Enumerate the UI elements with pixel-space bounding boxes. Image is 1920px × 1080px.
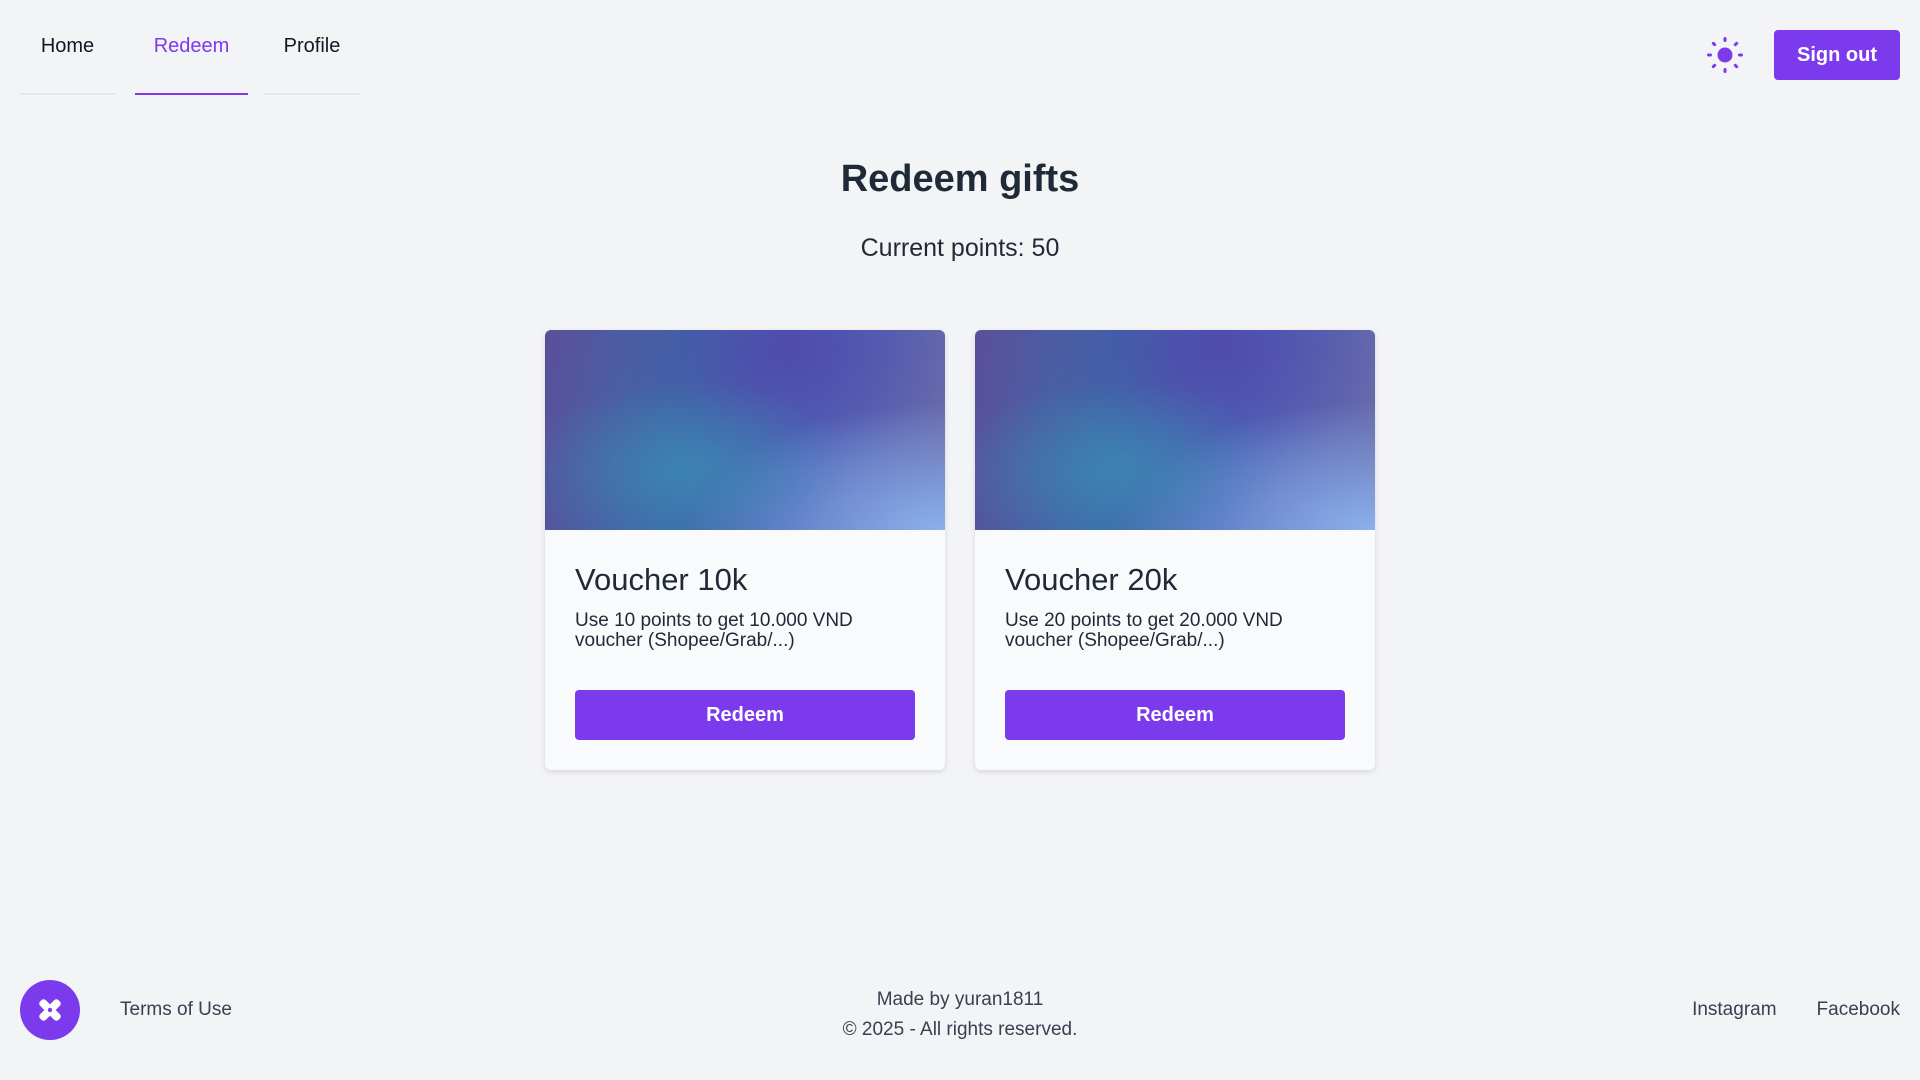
points-value: 50 [1031,234,1060,262]
tab-redeem[interactable]: Redeem [135,0,248,95]
tab-profile-label: Profile [283,35,341,57]
redeem-page: Home Redeem Profile Sign out Redeem gift… [0,0,1920,1080]
copyright-text: © 2025 - All rights reserved. [842,1019,1078,1040]
theme-toggle-button[interactable] [1706,36,1744,74]
tab-profile[interactable]: Profile [263,0,361,95]
tab-redeem-label: Redeem [153,35,230,57]
voucher-card: Voucher 20k Use 20 points to get 20.000 … [975,330,1375,770]
points-label: Current points: [860,234,1025,262]
facebook-link[interactable]: Facebook [1817,999,1900,1021]
tab-home-label: Home [40,35,95,57]
voucher-card-image [975,330,1375,530]
voucher-card: Voucher 10k Use 10 points to get 10.000 … [545,330,945,770]
voucher-card-list: Voucher 10k Use 10 points to get 10.000 … [545,330,1375,770]
voucher-card-title: Voucher 20k [1005,562,1178,597]
voucher-card-title: Voucher 10k [575,562,748,597]
sign-out-button[interactable]: Sign out [1774,30,1900,80]
made-by-text: Made by yuran1811 [876,989,1044,1010]
sun-icon [1707,37,1743,73]
current-points: Current points: 50 [0,234,1920,263]
redeem-voucher-20k-button[interactable]: Redeem [1005,690,1345,740]
voucher-card-description: Use 20 points to get 20.000 VND voucher … [1005,610,1283,651]
voucher-card-image [545,330,945,530]
footer-credits: Made by yuran1811 © 2025 - All rights re… [0,985,1920,1045]
social-links: Instagram Facebook [1692,999,1900,1021]
tab-home[interactable]: Home [20,0,115,95]
top-nav: Home Redeem Profile [20,0,361,95]
voucher-card-description: Use 10 points to get 10.000 VND voucher … [575,610,853,651]
redeem-voucher-10k-button[interactable]: Redeem [575,690,915,740]
instagram-link[interactable]: Instagram [1692,999,1776,1021]
page-title: Redeem gifts [840,158,1080,200]
